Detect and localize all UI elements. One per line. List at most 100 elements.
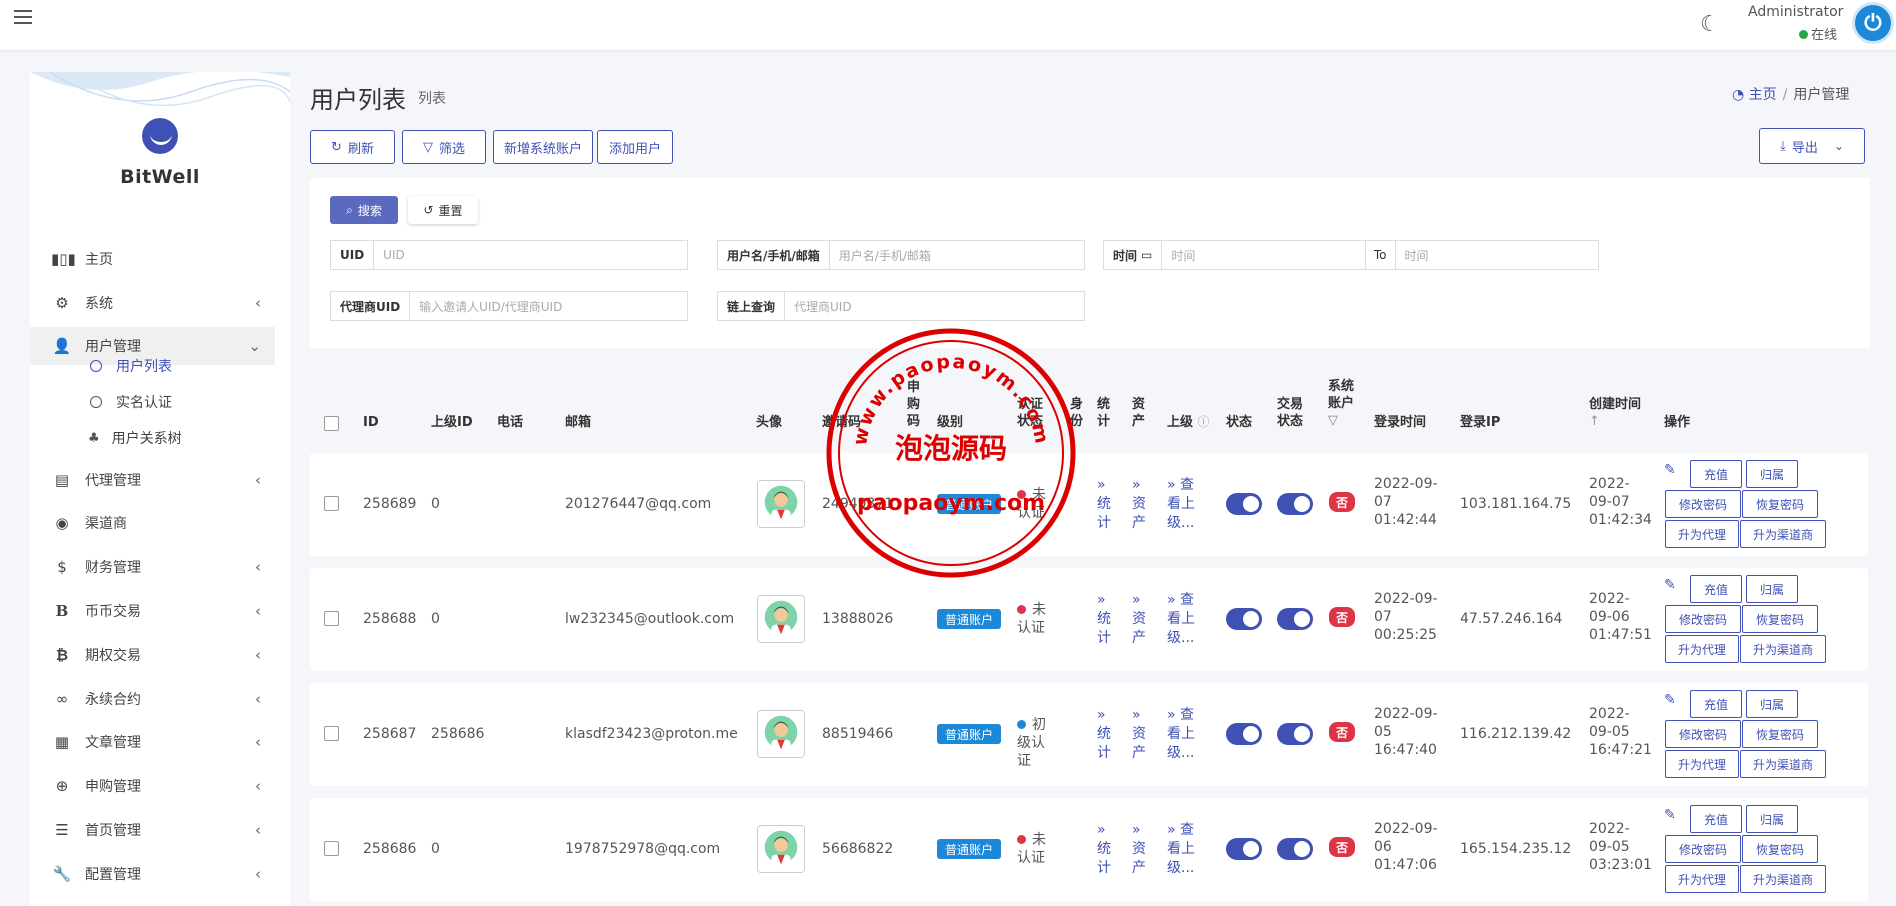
recharge-button[interactable]: 充值 <box>1690 690 1742 718</box>
sidebar-item-spot-trading[interactable]: B 币币交易 ‹ <box>30 592 275 630</box>
restore-password-button[interactable]: 恢复密码 <box>1742 605 1818 633</box>
sidebar-item-system[interactable]: ⚙ 系统 ‹ <box>30 284 275 322</box>
sidebar-item-home[interactable]: ▮▯▮ 主页 <box>30 240 275 278</box>
select-all-checkbox[interactable] <box>324 416 339 431</box>
user-circle-icon: ◉ <box>55 514 69 532</box>
restore-password-button[interactable]: 恢复密码 <box>1742 835 1818 863</box>
filter-icon[interactable]: ▽ <box>1328 412 1354 429</box>
edit-pencil-icon[interactable]: ✎ <box>1664 692 1676 708</box>
promote-agent-button[interactable]: 升为代理 <box>1665 520 1739 548</box>
sidebar-subitem-user-list[interactable]: 用户列表 <box>30 351 275 381</box>
promote-channel-button[interactable]: 升为渠道商 <box>1740 750 1826 778</box>
assets-link[interactable]: » 资产 <box>1132 821 1146 878</box>
sidebar-item-articles[interactable]: ▦ 文章管理 ‹ <box>30 723 275 761</box>
row-checkbox[interactable] <box>324 496 339 511</box>
sidebar-item-homepage[interactable]: ☰ 首页管理 ‹ <box>30 811 275 849</box>
edit-pencil-icon[interactable]: ✎ <box>1664 577 1676 593</box>
agent-uid-input[interactable]: 输入邀请人UID/代理商UID <box>410 292 687 320</box>
recharge-button[interactable]: 充值 <box>1690 460 1742 488</box>
login-time-line: 2022-09- <box>1374 476 1438 492</box>
restore-password-button[interactable]: 恢复密码 <box>1742 490 1818 518</box>
breadcrumb-home[interactable]: 主页 <box>1749 87 1777 103</box>
refresh-button[interactable]: ↻ 刷新 <box>310 130 395 164</box>
attribute-button[interactable]: 归属 <box>1746 460 1798 488</box>
sidebar-item-agent-management[interactable]: ▤ 代理管理 ‹ <box>30 461 275 499</box>
uid-input[interactable]: UID <box>374 241 687 269</box>
admin-name[interactable]: Administrator <box>1748 4 1843 20</box>
edit-pencil-icon[interactable]: ✎ <box>1664 462 1676 478</box>
sidebar-item-config[interactable]: 🔧 配置管理 ‹ <box>30 855 275 893</box>
stats-link[interactable]: » 统计 <box>1097 591 1111 648</box>
watermark-center-text: 泡泡源码 <box>895 432 1007 465</box>
attribute-button[interactable]: 归属 <box>1746 690 1798 718</box>
stats-link[interactable]: » 统计 <box>1097 706 1111 763</box>
assets-link[interactable]: » 资产 <box>1132 706 1146 763</box>
sidebar-item-options-trading[interactable]: ₿ 期权交易 ‹ <box>30 636 275 674</box>
search-button[interactable]: ⌕ 搜索 <box>330 196 398 224</box>
row-checkbox[interactable] <box>324 841 339 856</box>
stats-link[interactable]: » 统计 <box>1097 476 1111 533</box>
add-user-button[interactable]: 添加用户 <box>597 130 673 164</box>
promote-agent-button[interactable]: 升为代理 <box>1665 750 1739 778</box>
chevron-left-icon: ‹ <box>255 471 261 489</box>
promote-agent-button[interactable]: 升为代理 <box>1665 865 1739 893</box>
attribute-button[interactable]: 归属 <box>1746 805 1798 833</box>
trade-status-toggle[interactable] <box>1277 493 1313 515</box>
time-from-input[interactable]: 时间 <box>1162 241 1365 269</box>
refresh-label: 刷新 <box>347 141 374 157</box>
row-checkbox[interactable] <box>324 726 339 741</box>
assets-link-line: 产 <box>1132 860 1146 876</box>
change-password-button[interactable]: 修改密码 <box>1665 720 1741 748</box>
assets-link[interactable]: » 资产 <box>1132 591 1146 648</box>
reset-button[interactable]: ↺ 重置 <box>408 196 478 224</box>
view-superior-link[interactable]: » 查看上 级... <box>1167 591 1195 648</box>
power-avatar-icon[interactable]: ⏻ <box>1852 2 1894 44</box>
username-input[interactable]: 用户名/手机/邮箱 <box>830 241 1084 269</box>
recharge-button[interactable]: 充值 <box>1690 805 1742 833</box>
login-time-line: 00:25:25 <box>1374 627 1437 643</box>
sidebar-item-finance[interactable]: $ 财务管理 ‹ <box>30 548 275 586</box>
recharge-button[interactable]: 充值 <box>1690 575 1742 603</box>
cell-id: 258686 <box>363 841 417 857</box>
status-toggle[interactable] <box>1226 608 1262 630</box>
trade-status-toggle[interactable] <box>1277 723 1313 745</box>
promote-channel-button[interactable]: 升为渠道商 <box>1740 635 1826 663</box>
help-circle-icon[interactable]: ⓘ <box>1198 415 1210 429</box>
cell-parent-id: 0 <box>431 611 440 627</box>
view-superior-link[interactable]: » 查看上 级... <box>1167 821 1195 878</box>
status-toggle[interactable] <box>1226 723 1262 745</box>
auth-status-line: 级认 <box>1017 735 1045 751</box>
trade-status-toggle[interactable] <box>1277 608 1313 630</box>
trade-status-toggle[interactable] <box>1277 838 1313 860</box>
time-to-input[interactable]: 时间 <box>1396 241 1599 269</box>
sidebar-item-channel[interactable]: ◉ 渠道商 <box>30 504 275 542</box>
stats-link[interactable]: » 统计 <box>1097 821 1111 878</box>
change-password-button[interactable]: 修改密码 <box>1665 605 1741 633</box>
export-button[interactable]: ⤓ 导出 ⌄ <box>1759 128 1865 164</box>
add-system-account-button[interactable]: 新增系统账户 <box>493 130 593 164</box>
promote-channel-button[interactable]: 升为渠道商 <box>1740 520 1826 548</box>
sidebar-item-subscription[interactable]: ⊕ 申购管理 ‹ <box>30 767 275 805</box>
status-toggle[interactable] <box>1226 838 1262 860</box>
sidebar-subitem-user-tree[interactable]: ♣ 用户关系树 <box>30 423 275 453</box>
sidebar-subitem-real-name-auth[interactable]: 实名认证 <box>30 387 275 417</box>
status-toggle[interactable] <box>1226 493 1262 515</box>
view-superior-link[interactable]: » 查看上 级... <box>1167 476 1195 533</box>
row-checkbox[interactable] <box>324 611 339 626</box>
sort-arrow-up-icon[interactable]: ↑ <box>1589 413 1641 430</box>
view-superior-link[interactable]: » 查看上 级... <box>1167 706 1195 763</box>
dark-mode-moon-icon[interactable]: ☾ <box>1700 12 1720 37</box>
attribute-button[interactable]: 归属 <box>1746 575 1798 603</box>
hamburger-menu-icon[interactable] <box>14 10 32 26</box>
promote-channel-button[interactable]: 升为渠道商 <box>1740 865 1826 893</box>
restore-password-button[interactable]: 恢复密码 <box>1742 720 1818 748</box>
sidebar-item-perpetual[interactable]: ∞ 永续合约 ‹ <box>30 680 275 718</box>
filter-button[interactable]: ▽ 筛选 <box>402 130 486 164</box>
change-password-button[interactable]: 修改密码 <box>1665 490 1741 518</box>
edit-pencil-icon[interactable]: ✎ <box>1664 807 1676 823</box>
created-time-line: 2022- <box>1589 821 1630 837</box>
promote-agent-button[interactable]: 升为代理 <box>1665 635 1739 663</box>
chain-query-input[interactable]: 代理商UID <box>785 292 1084 320</box>
assets-link[interactable]: » 资产 <box>1132 476 1146 533</box>
change-password-button[interactable]: 修改密码 <box>1665 835 1741 863</box>
